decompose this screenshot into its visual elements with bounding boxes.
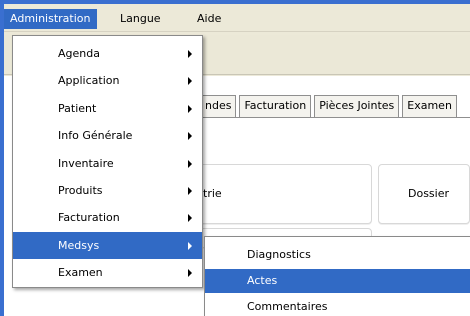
- menu-item-medsys[interactable]: Medsys: [13, 231, 202, 260]
- menu-bar: Administration Langue Aide: [4, 4, 470, 32]
- menu-item-info-generale[interactable]: Info Générale: [13, 122, 202, 149]
- panel-dossier-label: Dossier: [408, 187, 450, 200]
- submenu-arrow-icon: [188, 77, 192, 86]
- submenu-item-commentaires[interactable]: Commentaires: [205, 295, 470, 316]
- tab-bar: ndes Facturation Pièces Jointes Examen: [200, 95, 457, 117]
- menu-aide[interactable]: Aide: [191, 9, 227, 29]
- menu-item-label: Application: [58, 74, 120, 88]
- panel-left[interactable]: trie: [194, 164, 372, 224]
- menu-item-inventaire[interactable]: Inventaire: [13, 150, 202, 177]
- menu-item-label: Agenda: [58, 47, 100, 60]
- menu-langue[interactable]: Langue: [114, 9, 167, 29]
- menu-item-application[interactable]: Application: [13, 67, 202, 94]
- submenu-arrow-icon: [188, 186, 192, 195]
- menu-item-agenda[interactable]: Agenda: [13, 40, 202, 67]
- menu-item-facturation[interactable]: Facturation: [13, 204, 202, 231]
- submenu-item-actes[interactable]: Actes: [205, 269, 470, 293]
- tab-examen[interactable]: Examen: [402, 95, 457, 117]
- menu-item-patient[interactable]: Patient: [13, 95, 202, 122]
- menu-item-label: Inventaire: [58, 156, 114, 170]
- menu-item-label: Medsys: [58, 238, 100, 252]
- medsys-submenu: Diagnostics Actes Commentaires: [204, 236, 470, 316]
- administration-dropdown: Agenda Application Patient Info Générale…: [12, 35, 203, 288]
- submenu-arrow-icon: [188, 214, 192, 223]
- tab-pieces-jointes[interactable]: Pièces Jointes: [314, 95, 400, 117]
- submenu-arrow-icon: [188, 132, 192, 141]
- tab-facturation[interactable]: Facturation: [239, 95, 312, 117]
- menu-administration[interactable]: Administration: [4, 9, 97, 29]
- submenu-item-diagnostics[interactable]: Diagnostics: [205, 243, 470, 267]
- menu-item-produits[interactable]: Produits: [13, 177, 202, 204]
- menu-item-label: Examen: [58, 266, 103, 280]
- tab-underline: [200, 117, 470, 118]
- tab-commandes[interactable]: ndes: [200, 95, 237, 117]
- submenu-arrow-icon: [188, 159, 192, 168]
- menu-item-examen[interactable]: Examen: [13, 259, 202, 286]
- panel-dossier[interactable]: Dossier: [378, 164, 470, 224]
- menu-item-label: Produits: [58, 183, 103, 197]
- submenu-arrow-icon: [188, 269, 192, 278]
- menu-item-label: Facturation: [58, 211, 120, 225]
- submenu-arrow-icon: [188, 241, 192, 250]
- menu-item-label: Info Générale: [58, 129, 133, 143]
- submenu-arrow-icon: [188, 50, 192, 58]
- panel-left-label: trie: [203, 187, 222, 200]
- submenu-arrow-icon: [188, 104, 192, 113]
- menu-item-label: Patient: [58, 101, 97, 115]
- application-window: Administration Langue Aide ndes Facturat…: [4, 4, 470, 316]
